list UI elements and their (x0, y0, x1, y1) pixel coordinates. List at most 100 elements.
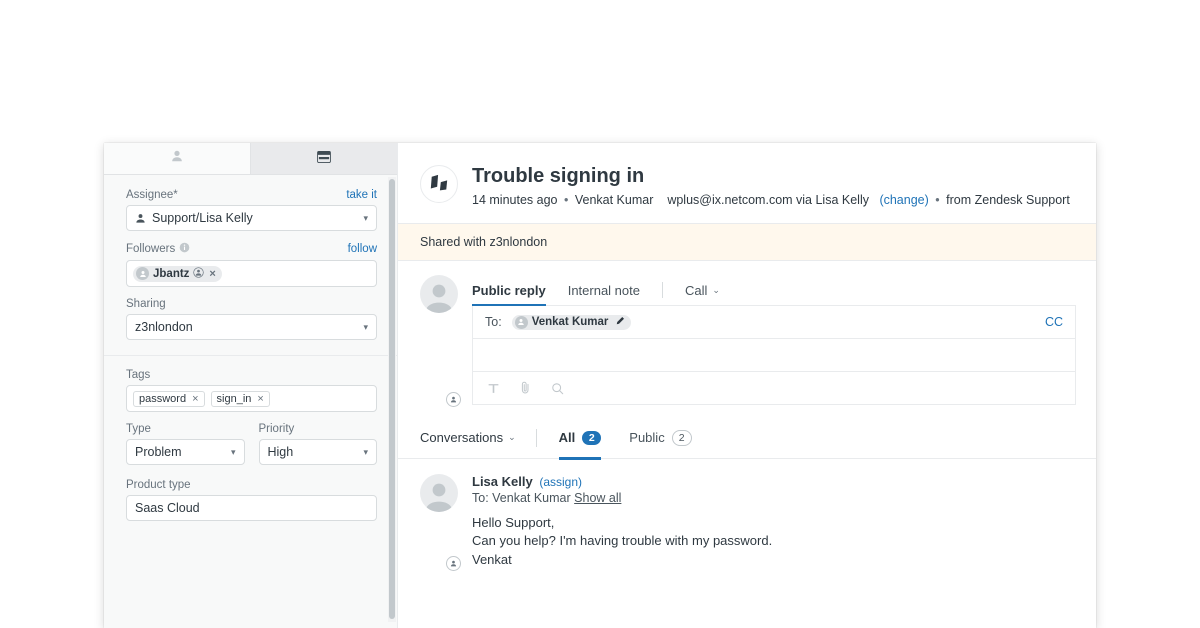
sharing-label: Sharing (126, 298, 166, 310)
product-type-value: Saas Cloud (135, 501, 200, 515)
chevron-down-icon: ⌄ (712, 285, 720, 296)
field-type: Type Problem ▾ (126, 423, 245, 465)
ticket-header: Trouble signing in 14 minutes ago • Venk… (398, 143, 1096, 224)
info-icon[interactable] (179, 242, 190, 256)
tab-internal-note-label: Internal note (568, 283, 640, 298)
follow-link[interactable]: follow (348, 243, 377, 255)
remove-tag-icon[interactable]: × (192, 393, 198, 405)
chevron-down-icon: ▾ (231, 448, 236, 457)
cc-link[interactable]: CC (1045, 315, 1063, 329)
tags-label: Tags (126, 369, 150, 381)
tab-call[interactable]: Call ⌄ (685, 275, 720, 305)
end-user-icon (446, 556, 461, 571)
sidebar-tab-user[interactable] (104, 143, 251, 174)
ticket-requester: Venkat Kumar (575, 193, 654, 207)
ticket-meta: 14 minutes ago • Venkat Kumar wplus@ix.n… (472, 193, 1070, 207)
field-product-type: Product type Saas Cloud (126, 479, 377, 521)
filter-all[interactable]: All 2 (559, 417, 602, 459)
priority-select[interactable]: High ▾ (259, 439, 378, 465)
ticket-email-via: wplus@ix.netcom.com via Lisa Kelly (667, 193, 869, 207)
compose-to-row: To: Venkat Kumar CC (473, 306, 1075, 339)
filter-public-label: Public (629, 430, 664, 445)
conversations-dropdown[interactable]: Conversations ⌄ (420, 430, 516, 445)
tab-public-reply-label: Public reply (472, 283, 546, 298)
agent-icon (193, 267, 204, 281)
end-user-icon (446, 392, 461, 407)
follower-name: Jbantz (153, 268, 189, 280)
shared-with-banner: Shared with z3nlondon (398, 224, 1096, 261)
filter-public[interactable]: Public 2 (629, 417, 691, 459)
tab-public-reply[interactable]: Public reply (472, 275, 546, 305)
priority-value: High (268, 445, 294, 459)
message-body-line: Hello Support, (472, 514, 772, 532)
ticket-time: 14 minutes ago (472, 193, 557, 207)
meta-bullet: • (935, 193, 939, 207)
tab-divider (662, 282, 663, 298)
tab-internal-note[interactable]: Internal note (568, 275, 640, 305)
sidebar-scrollbar-thumb[interactable] (389, 179, 395, 619)
pencil-icon[interactable] (615, 316, 625, 329)
message-author-row: Lisa Kelly (assign) (472, 474, 772, 489)
filter-all-label: All (559, 430, 576, 445)
text-format-icon[interactable] (487, 382, 500, 395)
compose-avatar (420, 275, 458, 405)
field-sharing: Sharing z3nlondon ▾ (126, 298, 377, 340)
sidebar-tab-ticket[interactable] (251, 143, 397, 174)
message-to-text: To: Venkat Kumar (472, 491, 571, 505)
message-body-line: Can you help? I'm having trouble with my… (472, 532, 772, 550)
show-all-link[interactable]: Show all (574, 491, 621, 505)
followers-label: Followers (126, 242, 190, 256)
assign-link[interactable]: (assign) (539, 475, 582, 489)
message-body: Hello Support, Can you help? I'm having … (472, 514, 772, 569)
assignee-value: Support/Lisa Kelly (152, 211, 253, 225)
field-assignee: Assignee* take it Support/Lisa Kelly ▾ (126, 189, 377, 231)
field-priority: Priority High ▾ (259, 423, 378, 465)
type-value: Problem (135, 445, 182, 459)
tag-text: sign_in (217, 393, 252, 405)
chevron-down-icon: ▾ (363, 448, 368, 457)
recipient-name: Venkat Kumar (532, 316, 609, 328)
message-avatar (420, 474, 458, 569)
remove-tag-icon[interactable]: × (257, 393, 263, 405)
priority-label: Priority (259, 423, 378, 435)
change-requester-link[interactable]: (change) (879, 193, 928, 207)
user-avatar-icon (420, 275, 458, 313)
field-followers: Followers follow Jbantz (126, 242, 377, 287)
message-author: Lisa Kelly (472, 474, 533, 489)
user-avatar-icon (515, 316, 528, 329)
field-tags: Tags password × sign_in × (126, 369, 377, 412)
recipient-chip[interactable]: Venkat Kumar (512, 315, 632, 330)
tag-chip[interactable]: sign_in × (211, 391, 270, 407)
assignee-icon (135, 213, 146, 224)
remove-follower-icon[interactable]: × (209, 268, 215, 280)
chevron-down-icon: ▾ (363, 214, 368, 223)
message-body-line: Venkat (472, 551, 772, 569)
attachment-icon[interactable] (519, 381, 532, 395)
ticket-icon (317, 150, 331, 168)
followers-input[interactable]: Jbantz × (126, 260, 377, 287)
compose-section: Public reply Internal note Call ⌄ To: (398, 261, 1096, 405)
page-title: Trouble signing in (472, 165, 1070, 188)
sharing-select[interactable]: z3nlondon ▾ (126, 314, 377, 340)
assignee-label: Assignee* (126, 189, 178, 201)
compose-textarea[interactable] (473, 339, 1075, 372)
ticket-channel: from Zendesk Support (946, 193, 1070, 207)
sidebar-scrollbar[interactable] (388, 177, 396, 622)
meta-bullet: • (564, 193, 568, 207)
ticket-properties-sidebar: Assignee* take it Support/Lisa Kelly ▾ F… (104, 143, 398, 628)
product-type-input[interactable]: Saas Cloud (126, 495, 377, 521)
channel-tabs: Public reply Internal note Call ⌄ (472, 275, 1076, 305)
zendesk-ticket-window: Assignee* take it Support/Lisa Kelly ▾ F… (104, 143, 1096, 628)
take-it-link[interactable]: take it (346, 189, 377, 201)
sidebar-divider (104, 355, 397, 356)
assignee-select[interactable]: Support/Lisa Kelly ▾ (126, 205, 377, 231)
followers-label-text: Followers (126, 243, 175, 255)
type-select[interactable]: Problem ▾ (126, 439, 245, 465)
tag-chip[interactable]: password × (133, 391, 205, 407)
filter-all-count: 2 (582, 431, 601, 445)
follower-chip[interactable]: Jbantz × (133, 266, 222, 282)
product-type-label: Product type (126, 479, 377, 491)
tags-input[interactable]: password × sign_in × (126, 385, 377, 412)
field-type-priority-row: Type Problem ▾ Priority High ▾ (126, 423, 377, 465)
search-icon[interactable] (551, 382, 564, 395)
